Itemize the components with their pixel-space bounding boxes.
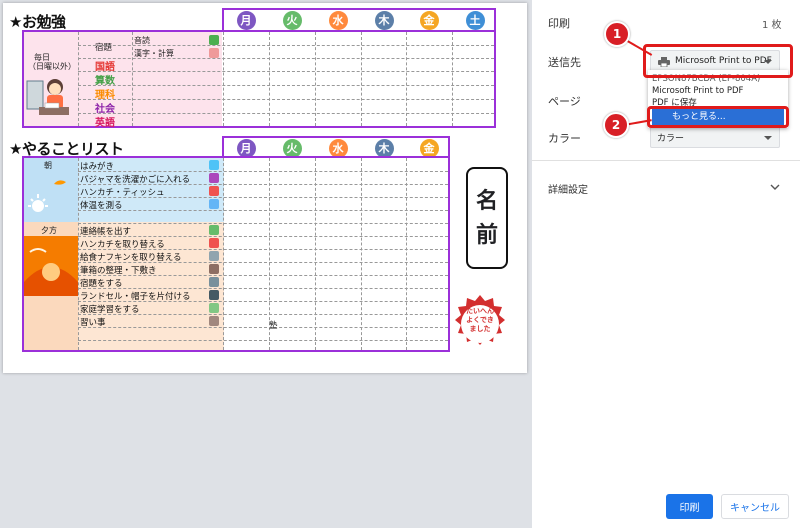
grid-col-line <box>269 32 270 126</box>
dropdown-item-ms-pdf[interactable]: Microsoft Print to PDF <box>652 86 743 97</box>
pages-label: ページ <box>548 95 581 108</box>
todo-header-frame <box>222 136 450 158</box>
annotation-badge-2: 2 <box>603 112 629 138</box>
grid-col-line <box>315 158 316 350</box>
color-label: カラー <box>548 132 581 145</box>
grid-col-line <box>361 158 362 350</box>
grid-row-line <box>78 171 448 172</box>
grid-row-line <box>78 113 494 114</box>
grid-row-line <box>78 197 448 198</box>
task-icon <box>209 238 219 248</box>
print-preview-area: ★お勉強 月火水木金土 毎日 （日曜以外） 宿題 音読 漢字・計算 国語 算数 理科… <box>0 0 532 528</box>
grid-col-line <box>223 158 224 350</box>
task-icon <box>209 199 219 209</box>
grid-row-line <box>78 210 448 211</box>
grid-row-line <box>78 340 448 341</box>
study-section-title: ★お勉強 <box>9 13 66 31</box>
grid-col-line <box>132 32 133 126</box>
grid-row-line <box>78 249 448 250</box>
task-icon <box>209 303 219 313</box>
name-char-2: 前 <box>475 222 498 248</box>
name-char-1: 名 <box>475 188 498 214</box>
annotation-box-1 <box>643 44 793 78</box>
task-icon <box>209 251 219 261</box>
grid-row-line <box>78 85 494 86</box>
task-icon <box>209 225 219 235</box>
grid-col-line <box>78 158 79 350</box>
cram-school-label: 塾 <box>269 321 278 331</box>
grid-col-line <box>78 32 79 126</box>
subject-label: 英語 <box>95 118 115 129</box>
grid-row-line <box>78 184 448 185</box>
color-value: カラー <box>657 133 685 144</box>
grid-row-line <box>78 223 448 224</box>
reading-icon <box>209 35 219 45</box>
pencil-icon <box>209 48 219 58</box>
destination-label: 送信先 <box>548 56 581 69</box>
task-icon <box>209 316 219 326</box>
task-icon <box>209 277 219 287</box>
print-heading: 印刷 <box>548 17 570 30</box>
grid-row-line <box>78 288 448 289</box>
grid-row-line <box>78 262 448 263</box>
homework-label: 宿題 <box>95 43 113 53</box>
more-settings-toggle[interactable]: 詳細設定 <box>548 181 588 196</box>
grid-row-line <box>78 45 494 46</box>
annotation-badge-1: 1 <box>604 21 630 47</box>
annotation-box-2 <box>647 106 789 128</box>
grid-col-line <box>361 32 362 126</box>
grid-row-line <box>78 301 448 302</box>
task-icon <box>209 173 219 183</box>
grid-row-line <box>78 58 494 59</box>
grid-col-line <box>223 32 224 126</box>
study-row-sublabel: （日曜以外） <box>28 62 76 71</box>
grid-row-line <box>78 99 494 100</box>
expand-chevron-icon[interactable] <box>770 183 780 191</box>
stamp-line-3: ました <box>469 325 491 333</box>
grid-row-line <box>78 236 448 237</box>
stamp-line-2: よくでき <box>466 316 494 324</box>
grid-row-line <box>78 275 448 276</box>
grid-row-line <box>78 71 494 72</box>
grid-row-line <box>78 327 448 328</box>
grid-col-line <box>406 158 407 350</box>
task-icon <box>209 160 219 170</box>
name-box: 名 前 <box>466 167 508 269</box>
task-icon <box>209 290 219 300</box>
chevron-down-icon <box>764 136 772 140</box>
grid-col-line <box>406 32 407 126</box>
stamp-line-1: たいへん <box>466 307 494 315</box>
task-icon <box>209 186 219 196</box>
sheet-count: 1 枚 <box>762 20 782 31</box>
task-icon <box>209 264 219 274</box>
print-button[interactable]: 印刷 <box>666 494 713 519</box>
cancel-button[interactable]: キャンセル <box>721 494 789 519</box>
grid-row-line <box>78 314 448 315</box>
praise-stamp: たいへん よくでき ました <box>451 293 509 355</box>
child-studying-illustration <box>25 73 71 121</box>
color-select[interactable]: カラー <box>650 126 780 148</box>
panel-divider <box>532 160 800 161</box>
grid-col-line <box>452 32 453 126</box>
grid-col-line <box>315 32 316 126</box>
preview-page: ★お勉強 月火水木金土 毎日 （日曜以外） 宿題 音読 漢字・計算 国語 算数 理科… <box>3 3 527 373</box>
study-header-frame <box>222 8 496 32</box>
